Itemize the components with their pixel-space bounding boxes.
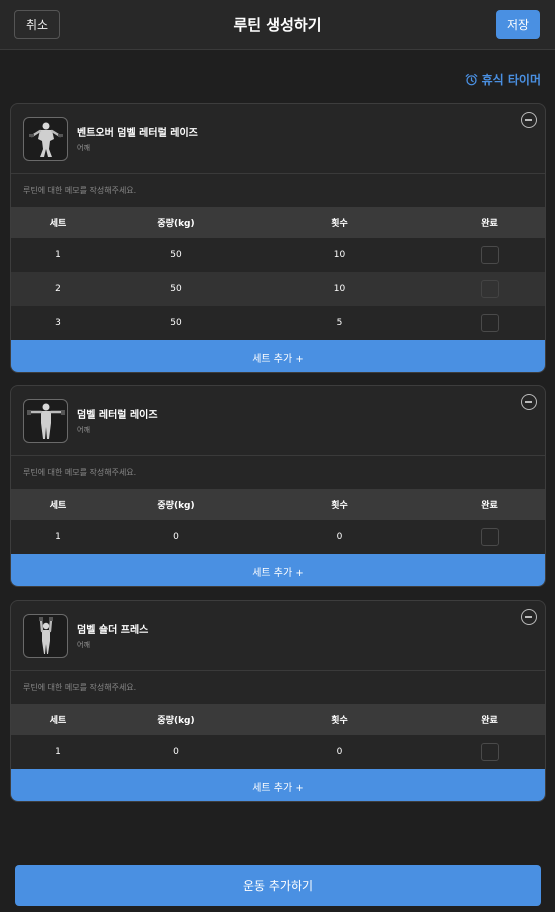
exercise-card: 덤벨 숄더 프레스 어깨 루틴에 대한 메모를 작성해주세요. 세트 중량(kg… [10,600,546,802]
reps-input[interactable]: 0 [247,747,432,757]
column-reps: 횟수 [331,219,348,229]
exercise-name: 벤트오버 덤벨 레터럴 레이즈 [77,128,198,139]
exercise-name: 덤벨 숄더 프레스 [77,625,149,636]
add-set-button[interactable]: 세트 추가 + [11,340,545,372]
remove-exercise-icon[interactable] [521,112,537,128]
table-row: 1 0 0 [11,520,545,554]
set-table-header: 세트 중량(kg) 횟수 완료 [11,489,545,520]
exercise-bodypart: 어깨 [77,426,90,434]
column-set: 세트 [49,219,67,229]
weight-input[interactable]: 50 [105,284,247,294]
remove-exercise-icon[interactable] [521,609,537,625]
table-row: 1 50 10 [11,238,545,272]
bent-over-figure-icon [28,122,63,157]
rest-timer-label: 휴식 타이머 [481,73,541,87]
exercise-bodypart: 어깨 [77,641,90,649]
lateral-raise-figure-icon [26,403,65,439]
column-weight: 중량(kg) [157,501,195,511]
exercise-bodypart: 어깨 [77,144,90,152]
rest-timer-button[interactable]: 휴식 타이머 [465,71,541,88]
reps-input[interactable]: 10 [247,250,432,260]
exercise-header: 벤트오버 덤벨 레터럴 레이즈 어깨 [11,104,545,174]
done-checkbox[interactable] [480,246,499,264]
add-exercise-button[interactable]: 운동 추가하기 [15,865,541,906]
memo-input[interactable]: 루틴에 대한 메모를 작성해주세요. [11,174,545,207]
reps-input[interactable]: 10 [247,284,432,294]
memo-input[interactable]: 루틴에 대한 메모를 작성해주세요. [11,456,545,489]
column-weight: 중량(kg) [157,219,195,229]
table-row: 3 50 5 [11,306,545,340]
exercise-name: 덤벨 레터럴 레이즈 [77,410,158,421]
set-table-header: 세트 중량(kg) 횟수 완료 [11,704,545,735]
done-checkbox[interactable] [480,743,499,761]
exercise-thumbnail [23,399,68,443]
shoulder-press-figure-icon [38,617,53,654]
set-number: 1 [55,747,61,757]
column-done: 완료 [481,219,498,229]
column-reps: 횟수 [331,716,348,726]
set-number: 2 [55,284,61,294]
remove-exercise-icon[interactable] [521,394,537,410]
reps-input[interactable]: 0 [247,532,432,542]
table-row: 2 50 10 [11,272,545,306]
exercise-thumbnail [23,614,68,658]
table-row: 1 0 0 [11,735,545,769]
top-bar: 취소 루틴 생성하기 저장 [0,0,555,50]
add-set-button[interactable]: 세트 추가 + [11,769,545,801]
column-reps: 횟수 [331,501,348,511]
exercise-card: 벤트오버 덤벨 레터럴 레이즈 어깨 루틴에 대한 메모를 작성해주세요. 세트… [10,103,546,373]
column-weight: 중량(kg) [157,716,195,726]
alarm-clock-icon [465,73,477,86]
save-button[interactable]: 저장 [496,10,540,39]
set-number: 3 [55,318,61,328]
exercise-thumbnail [23,117,68,161]
memo-input[interactable]: 루틴에 대한 메모를 작성해주세요. [11,671,545,704]
column-done: 완료 [481,716,498,726]
add-set-button[interactable]: 세트 추가 + [11,554,545,586]
weight-input[interactable]: 0 [105,532,247,542]
done-checkbox[interactable] [480,314,499,332]
exercise-header: 덤벨 숄더 프레스 어깨 [11,601,545,671]
set-number: 1 [55,532,61,542]
set-table-header: 세트 중량(kg) 횟수 완료 [11,207,545,238]
column-set: 세트 [49,716,67,726]
column-done: 완료 [481,501,498,511]
reps-input[interactable]: 5 [247,318,432,328]
weight-input[interactable]: 50 [105,250,247,260]
weight-input[interactable]: 0 [105,747,247,757]
done-checkbox[interactable] [480,528,499,546]
exercise-card: 덤벨 레터럴 레이즈 어깨 루틴에 대한 메모를 작성해주세요. 세트 중량(k… [10,385,546,587]
set-number: 1 [55,250,61,260]
weight-input[interactable]: 50 [105,318,247,328]
exercise-header: 덤벨 레터럴 레이즈 어깨 [11,386,545,456]
column-set: 세트 [49,501,67,511]
done-checkbox[interactable] [480,280,499,298]
page-title: 루틴 생성하기 [233,16,322,34]
